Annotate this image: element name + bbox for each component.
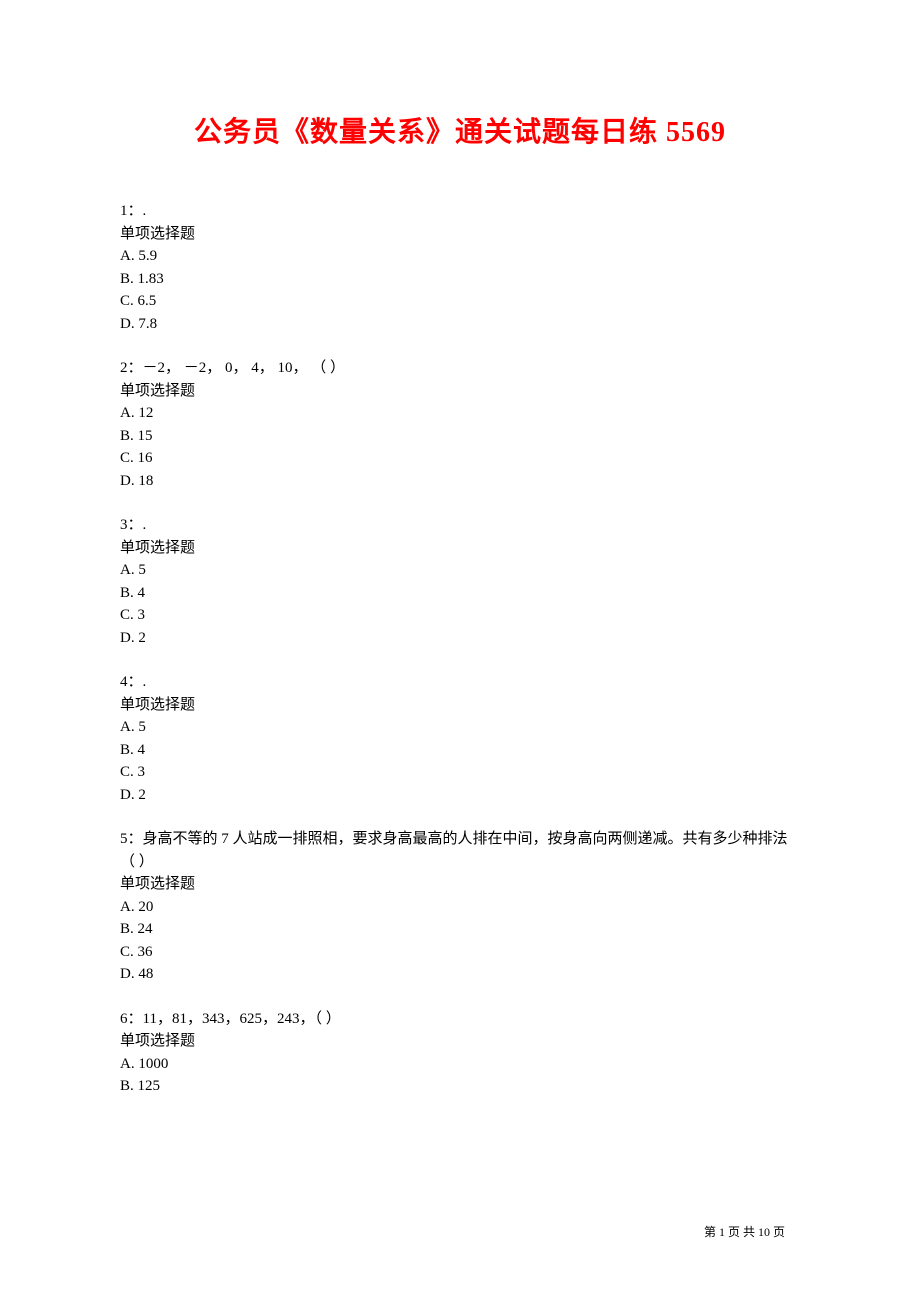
option-a: A. 5 bbox=[120, 716, 800, 739]
option-c: C. 6.5 bbox=[120, 290, 800, 313]
question-number: 4：. bbox=[120, 671, 800, 694]
option-c: C. 3 bbox=[120, 604, 800, 627]
option-d: D. 2 bbox=[120, 784, 800, 807]
question-number: 3：. bbox=[120, 514, 800, 537]
option-d: D. 7.8 bbox=[120, 313, 800, 336]
footer-suffix: 页 bbox=[770, 1225, 785, 1239]
document-title: 公务员《数量关系》通关试题每日练 5569 bbox=[120, 110, 800, 150]
option-a: A. 5.9 bbox=[120, 245, 800, 268]
question-number: 6：11，81，343，625，243，（ ） bbox=[120, 1008, 800, 1031]
option-b: B. 24 bbox=[120, 918, 800, 941]
question-type: 单项选择题 bbox=[120, 537, 800, 560]
option-b: B. 15 bbox=[120, 425, 800, 448]
option-a: A. 1000 bbox=[120, 1053, 800, 1076]
option-d: D. 18 bbox=[120, 470, 800, 493]
option-a: A. 5 bbox=[120, 559, 800, 582]
question-type: 单项选择题 bbox=[120, 694, 800, 717]
option-b: B. 4 bbox=[120, 739, 800, 762]
question-number: 1：. bbox=[120, 200, 800, 223]
question-3: 3：. 单项选择题 A. 5 B. 4 C. 3 D. 2 bbox=[120, 514, 800, 649]
question-type: 单项选择题 bbox=[120, 380, 800, 403]
question-type: 单项选择题 bbox=[120, 223, 800, 246]
option-c: C. 16 bbox=[120, 447, 800, 470]
question-number: 2：－2， －2， 0， 4， 10， （ ） bbox=[120, 357, 800, 380]
option-a: A. 12 bbox=[120, 402, 800, 425]
option-c: C. 3 bbox=[120, 761, 800, 784]
option-c: C. 36 bbox=[120, 941, 800, 964]
option-d: D. 2 bbox=[120, 627, 800, 650]
option-d: D. 48 bbox=[120, 963, 800, 986]
question-number: 5：身高不等的 7 人站成一排照相，要求身高最高的人排在中间，按身高向两侧递减。… bbox=[120, 828, 800, 873]
question-6: 6：11，81，343，625，243，（ ） 单项选择题 A. 1000 B.… bbox=[120, 1008, 800, 1098]
footer-prefix: 第 bbox=[704, 1225, 719, 1239]
question-type: 单项选择题 bbox=[120, 873, 800, 896]
option-a: A. 20 bbox=[120, 896, 800, 919]
option-b: B. 125 bbox=[120, 1075, 800, 1098]
question-type: 单项选择题 bbox=[120, 1030, 800, 1053]
question-2: 2：－2， －2， 0， 4， 10， （ ） 单项选择题 A. 12 B. 1… bbox=[120, 357, 800, 492]
question-5: 5：身高不等的 7 人站成一排照相，要求身高最高的人排在中间，按身高向两侧递减。… bbox=[120, 828, 800, 986]
question-1: 1：. 单项选择题 A. 5.9 B. 1.83 C. 6.5 D. 7.8 bbox=[120, 200, 800, 335]
document-page: 公务员《数量关系》通关试题每日练 5569 1：. 单项选择题 A. 5.9 B… bbox=[0, 0, 920, 1098]
question-4: 4：. 单项选择题 A. 5 B. 4 C. 3 D. 2 bbox=[120, 671, 800, 806]
page-footer: 第 1 页 共 10 页 bbox=[704, 1223, 785, 1240]
footer-total-pages: 10 bbox=[758, 1225, 770, 1239]
option-b: B. 4 bbox=[120, 582, 800, 605]
option-b: B. 1.83 bbox=[120, 268, 800, 291]
footer-middle: 页 共 bbox=[725, 1225, 758, 1239]
